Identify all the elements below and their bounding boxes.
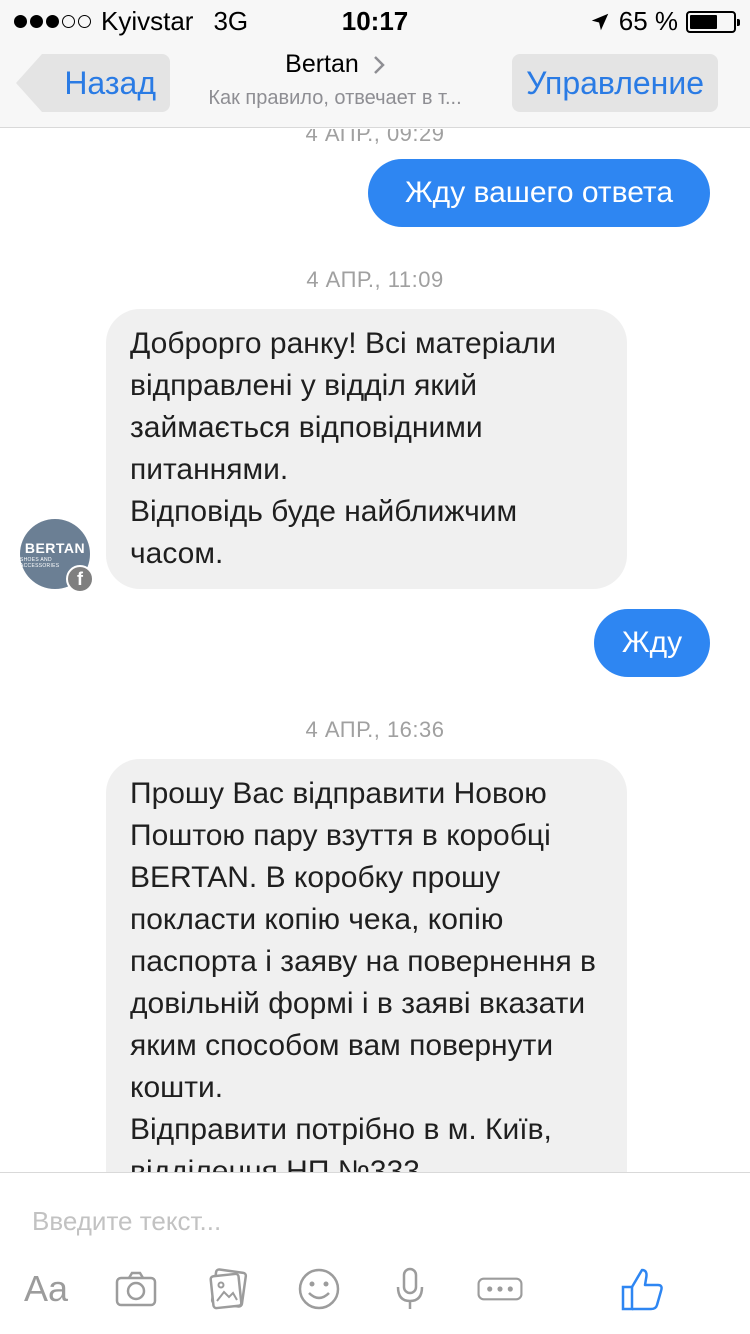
chat-thread[interactable]: 4 АПР., 09:29 Жду вашего ответа 4 АПР., … — [0, 129, 750, 1172]
battery-icon — [686, 10, 740, 33]
timestamp: 4 АПР., 09:29 — [305, 129, 445, 146]
incoming-message[interactable]: Доброрго ранку! Всі матеріали відправлен… — [106, 309, 627, 589]
navigation-bar: Назад Bertan Как правило, отвечает в т..… — [0, 40, 750, 128]
gallery-icon — [209, 1268, 248, 1310]
text-format-button[interactable]: Aa — [18, 1261, 74, 1317]
voice-button[interactable] — [382, 1261, 438, 1317]
conversation-title: Bertan — [285, 50, 359, 78]
battery-percentage: 65 % — [618, 6, 678, 36]
response-time-subtitle: Как правило, отвечает в т... — [208, 87, 462, 109]
incoming-message[interactable]: Прошу Вас відправити Новою Поштою пару в… — [106, 759, 627, 1172]
microphone-icon — [396, 1267, 424, 1309]
smiley-icon — [298, 1268, 340, 1310]
avatar-brand: BERTAN — [24, 539, 86, 556]
gallery-button[interactable] — [200, 1261, 256, 1317]
location-arrow-icon — [591, 13, 608, 30]
timestamp: 4 АПР., 11:09 — [306, 267, 444, 292]
outgoing-message[interactable]: Жду — [594, 609, 710, 677]
conversation-title-row[interactable]: Bertan — [285, 50, 385, 79]
manage-button[interactable]: Управление — [512, 54, 718, 112]
status-bar: Kyivstar 3G 10:17 65 % — [0, 0, 750, 40]
thumbs-up-icon — [621, 1268, 663, 1311]
emoji-button[interactable] — [291, 1261, 347, 1317]
message-composer: Aa — [0, 1172, 750, 1334]
status-right: 65 % — [589, 6, 740, 37]
facebook-icon: f — [66, 565, 94, 593]
message-input[interactable] — [32, 1203, 712, 1239]
chevron-right-icon — [373, 55, 385, 74]
battery-fill — [690, 14, 718, 29]
composer-toolbar: Aa — [0, 1261, 750, 1321]
back-button[interactable]: Назад — [16, 54, 170, 112]
text-format-label: Aa — [23, 1268, 69, 1309]
conversation-header[interactable]: Bertan Как правило, отвечает в т... — [170, 50, 500, 110]
camera-icon — [115, 1271, 157, 1307]
outgoing-message[interactable]: Жду вашего ответа — [368, 159, 710, 227]
like-button[interactable] — [614, 1261, 670, 1317]
camera-button[interactable] — [108, 1261, 164, 1317]
timestamp: 4 АПР., 16:36 — [305, 717, 445, 742]
more-options-button[interactable] — [472, 1261, 528, 1317]
more-icon — [477, 1277, 523, 1301]
